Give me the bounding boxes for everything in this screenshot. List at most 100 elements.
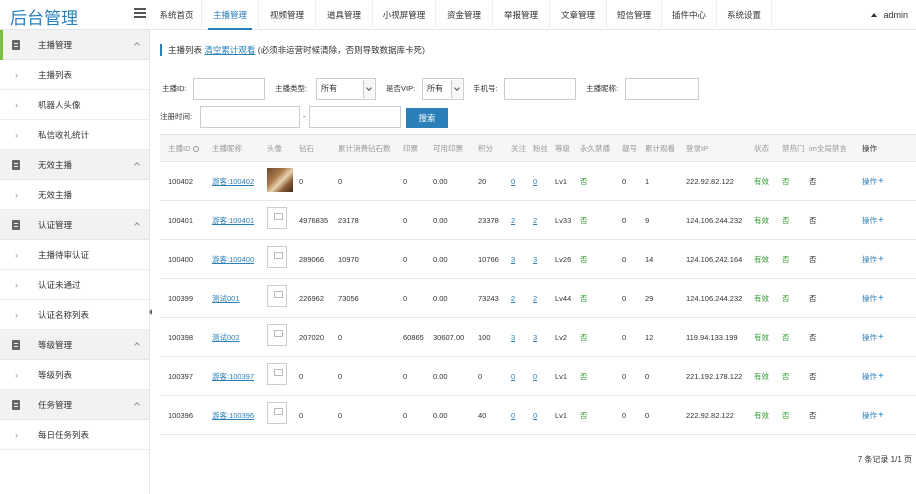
- plus-icon: +: [878, 215, 884, 226]
- cell-follows[interactable]: 3: [511, 240, 515, 279]
- sidebar-group-4[interactable]: 任务管理: [0, 390, 149, 420]
- cell-views: 29: [645, 294, 654, 303]
- cell-follows[interactable]: 0: [511, 396, 515, 435]
- tab-2[interactable]: 视频管理: [259, 0, 316, 30]
- cell-total-spent: 10970: [338, 255, 359, 264]
- pagination-info: 7 条记录 1/1 页: [857, 455, 912, 464]
- cell-tickets: 0: [403, 255, 408, 264]
- cell-fans[interactable]: 0: [533, 357, 537, 396]
- sidebar-group-2[interactable]: 认证管理: [0, 210, 149, 240]
- cell-fans[interactable]: 0: [533, 162, 537, 201]
- search-button[interactable]: 搜索: [406, 108, 448, 128]
- cell-fans[interactable]: 2: [533, 279, 537, 318]
- cell-nickname[interactable]: 游客:100402: [212, 162, 254, 201]
- reg-time-end-input[interactable]: [309, 106, 401, 128]
- anchor-type-select[interactable]: 所有: [316, 78, 376, 100]
- nickname-input[interactable]: [625, 78, 699, 100]
- cell-nickname[interactable]: 测试001: [212, 279, 240, 318]
- operation-label: 操作: [862, 333, 877, 342]
- cell-fans[interactable]: 3: [533, 318, 537, 357]
- cell-level: Lv1: [555, 372, 568, 381]
- tab-8[interactable]: 短信管理: [607, 0, 662, 30]
- cell-status: 有效: [754, 294, 769, 303]
- cell-tickets: 0: [403, 294, 408, 303]
- cell-follows[interactable]: 0: [511, 162, 515, 201]
- anchor-id-label: 主播ID:: [162, 84, 187, 93]
- cell-nickname[interactable]: 游客:100400: [212, 240, 254, 279]
- cell-follows[interactable]: 2: [511, 201, 515, 240]
- cell-follows[interactable]: 0: [511, 357, 515, 396]
- column-header-label: 主播ID: [168, 144, 191, 153]
- cell-fans[interactable]: 0: [533, 396, 537, 435]
- cell-fans[interactable]: 3: [533, 240, 537, 279]
- cell-avail-tickets: 0.00: [433, 411, 448, 420]
- sidebar-item[interactable]: › 等级列表: [0, 360, 149, 390]
- column-header: 累计消费钻石数: [338, 135, 391, 163]
- sidebar-item[interactable]: › 机器人头像: [0, 90, 149, 120]
- column-header-label: 永久禁播: [580, 144, 610, 153]
- operation-label: 操作: [862, 216, 877, 225]
- cell-follows[interactable]: 3: [511, 318, 515, 357]
- sidebar-group-1[interactable]: 无效主播: [0, 150, 149, 180]
- cell-ip: 124.106.244.232: [686, 294, 743, 303]
- operation-button[interactable]: 操作+: [862, 240, 884, 279]
- user-menu[interactable]: admin: [871, 0, 908, 30]
- reg-time-start-input[interactable]: [200, 106, 300, 128]
- tab-5[interactable]: 资金管理: [436, 0, 493, 30]
- tab-9[interactable]: 插件中心: [662, 0, 717, 30]
- column-header[interactable]: 主播ID: [168, 135, 199, 163]
- tab-7[interactable]: 文章管理: [550, 0, 607, 30]
- tab-10[interactable]: 系统设置: [717, 0, 772, 30]
- operation-button[interactable]: 操作+: [862, 279, 884, 318]
- image-placeholder-icon: [267, 246, 287, 268]
- operation-button[interactable]: 操作+: [862, 396, 884, 435]
- column-header-label: 主播昵称: [212, 144, 242, 153]
- column-header-label: 印票: [403, 144, 418, 153]
- operation-button[interactable]: 操作+: [862, 201, 884, 240]
- cell-nickname[interactable]: 测试002: [212, 318, 240, 357]
- image-placeholder-icon: [267, 207, 287, 229]
- sidebar-collapse-handle[interactable]: [148, 305, 153, 319]
- cell-fans[interactable]: 2: [533, 201, 537, 240]
- document-icon: [12, 160, 20, 170]
- tab-4[interactable]: 小视屏管理: [373, 0, 436, 30]
- tab-1[interactable]: 主播管理: [202, 0, 259, 30]
- cell-nickname[interactable]: 游客:100401: [212, 201, 254, 240]
- sidebar-item[interactable]: › 私信收礼统计: [0, 120, 149, 150]
- sidebar-group-3[interactable]: 等级管理: [0, 330, 149, 360]
- cell-nickname[interactable]: 游客:100397: [212, 357, 254, 396]
- operation-button[interactable]: 操作+: [862, 318, 884, 357]
- cell-follows[interactable]: 2: [511, 279, 515, 318]
- cell-id: 100396: [168, 411, 194, 420]
- phone-input[interactable]: [504, 78, 576, 100]
- sidebar-item-label: 每日任务列表: [38, 430, 90, 440]
- operation-button[interactable]: 操作+: [862, 162, 884, 201]
- tab-3[interactable]: 道具管理: [316, 0, 373, 30]
- anchor-id-input[interactable]: [193, 78, 265, 100]
- phone-label: 手机号:: [473, 84, 498, 93]
- clear-views-link[interactable]: 清空累计观看: [204, 45, 255, 55]
- vip-select[interactable]: 所有: [422, 78, 464, 100]
- sidebar-item[interactable]: › 认证名称列表: [0, 300, 149, 330]
- sidebar-item[interactable]: › 每日任务列表: [0, 420, 149, 450]
- cell-hot-ban: 否: [782, 294, 790, 303]
- image-placeholder-icon: [267, 285, 287, 307]
- tab-0[interactable]: 系统首页: [152, 0, 202, 30]
- sidebar-item[interactable]: › 认证未通过: [0, 270, 149, 300]
- sidebar-item[interactable]: › 主播列表: [0, 60, 149, 90]
- cell-level: Lv33: [555, 216, 572, 225]
- chevron-right-icon: ›: [15, 250, 18, 260]
- operation-button[interactable]: 操作+: [862, 357, 884, 396]
- tab-6[interactable]: 举报管理: [493, 0, 550, 30]
- sidebar-item[interactable]: › 无效主播: [0, 180, 149, 210]
- menu-toggle-icon[interactable]: [134, 8, 146, 18]
- cell-nickname[interactable]: 游客:100396: [212, 396, 254, 435]
- document-icon: [12, 400, 20, 410]
- column-header: 累计观看: [645, 135, 675, 163]
- column-header-label: 靓号: [622, 144, 637, 153]
- cell-level: Lv44: [555, 294, 572, 303]
- sidebar-group-0[interactable]: 主播管理: [0, 30, 149, 60]
- plus-icon: +: [878, 176, 884, 187]
- chevron-down-icon: [363, 80, 374, 98]
- sidebar-item[interactable]: › 主播待审认证: [0, 240, 149, 270]
